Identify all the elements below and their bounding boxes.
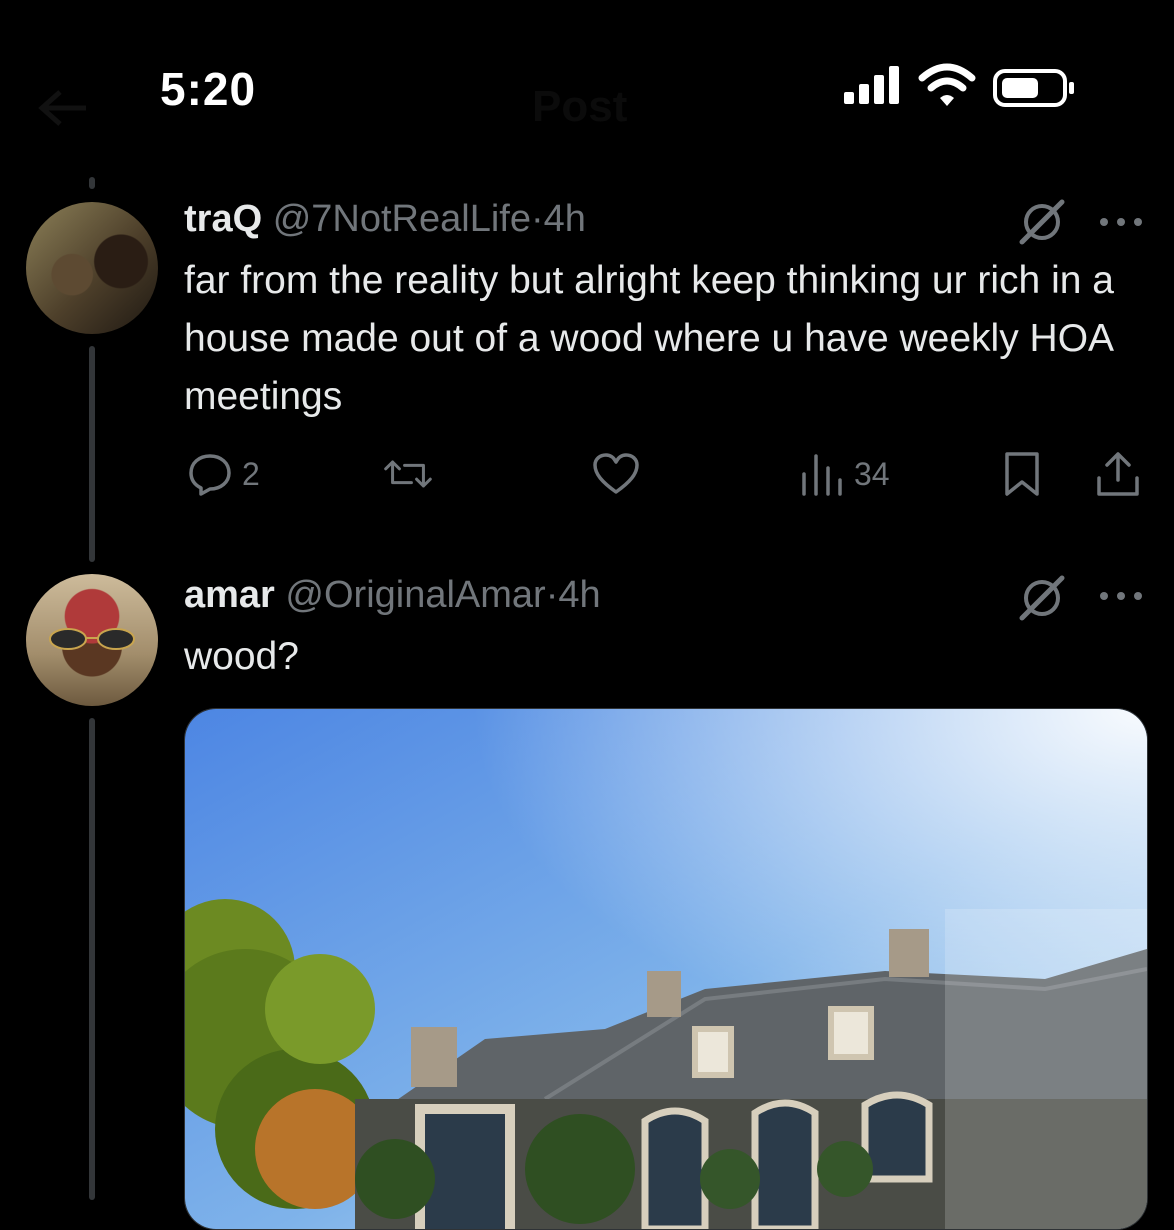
status-time: 5:20	[160, 63, 257, 115]
display-name[interactable]: amar	[184, 574, 275, 616]
thread-line	[89, 718, 95, 1200]
page-title: Post	[532, 82, 628, 131]
sunglasses	[49, 628, 135, 650]
separator: ·	[530, 198, 544, 240]
cellular-signal-icon	[844, 66, 899, 104]
post-text: wood?	[184, 635, 299, 678]
like-icon	[593, 453, 639, 494]
post-image[interactable]	[184, 708, 1148, 1230]
back-arrow-icon[interactable]	[30, 88, 90, 128]
user-handle[interactable]: @7NotRealLife	[273, 198, 531, 240]
timestamp[interactable]: 4h	[558, 574, 600, 616]
post-text: far from the reality but alright keep th…	[184, 259, 1114, 418]
share-button[interactable]	[1094, 448, 1142, 500]
reply-icon	[189, 454, 231, 496]
display-name[interactable]: traQ	[184, 198, 262, 240]
battery-icon	[993, 69, 1074, 107]
post-header: amar @OriginalAmar·4h	[184, 574, 601, 617]
repost-button[interactable]	[384, 448, 432, 500]
grok-icon[interactable]	[1016, 572, 1068, 624]
avatar[interactable]	[26, 574, 158, 706]
more-icon[interactable]	[1098, 586, 1144, 606]
grok-icon[interactable]	[1016, 196, 1068, 248]
views-icon	[802, 454, 842, 496]
avatar[interactable]	[26, 202, 158, 334]
bookmark-button[interactable]	[998, 448, 1046, 500]
share-icon	[1097, 452, 1139, 496]
bookmark-icon	[1005, 452, 1039, 496]
reply-count: 2	[242, 455, 260, 492]
view-count: 34	[854, 455, 890, 492]
reply-button[interactable]: 2	[186, 448, 260, 500]
repost-icon	[384, 460, 432, 488]
views-button[interactable]: 34	[798, 448, 890, 500]
more-icon[interactable]	[1098, 212, 1144, 232]
timestamp[interactable]: 4h	[544, 198, 586, 240]
thread-line	[89, 177, 95, 189]
wifi-icon	[918, 63, 976, 106]
thread-line	[89, 346, 95, 562]
user-handle[interactable]: @OriginalAmar	[285, 574, 545, 616]
separator: ·	[545, 574, 559, 616]
post-header: traQ @7NotRealLife·4h	[184, 198, 586, 241]
mansion-photo	[185, 709, 1147, 1229]
like-button[interactable]	[592, 448, 640, 500]
